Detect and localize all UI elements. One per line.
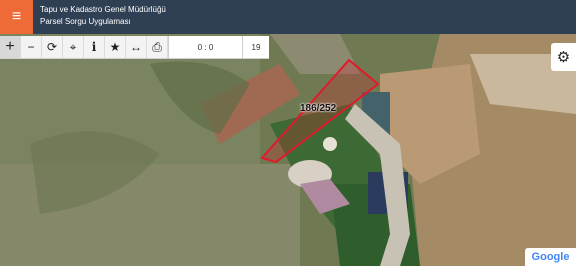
refresh-icon: ⟳: [46, 40, 58, 54]
refresh-button[interactable]: ⟳: [42, 36, 63, 58]
crosshair-icon: ⌖: [69, 39, 77, 54]
map-toolbar: + − ⟳ ⌖ i ★ ↔ ⎙ 0 : 0 19: [0, 36, 269, 59]
zoom-in-button[interactable]: +: [0, 36, 21, 58]
measure-button[interactable]: ↔: [126, 36, 147, 58]
star-icon: ★: [109, 40, 121, 54]
satellite-map[interactable]: [0, 34, 576, 266]
measure-icon: ↔: [130, 40, 142, 54]
parcel-label[interactable]: 186/252: [300, 103, 336, 114]
app-title: Tapu ve Kadastro Genel Müdürlüğü: [40, 5, 166, 14]
google-attribution: Google: [525, 248, 576, 266]
plus-icon: +: [5, 38, 15, 55]
settings-button[interactable]: ⚙: [551, 43, 576, 71]
gear-icon: ⚙: [556, 49, 571, 66]
info-icon: i: [91, 40, 97, 54]
locate-button[interactable]: ⌖: [63, 36, 84, 58]
hamburger-icon: ≡: [11, 8, 22, 25]
favorite-button[interactable]: ★: [105, 36, 126, 58]
minus-icon: −: [27, 40, 35, 54]
app-header: ≡ Tapu ve Kadastro Genel Müdürlüğü Parse…: [0, 0, 576, 34]
app-subtitle: Parsel Sorgu Uygulaması: [40, 17, 131, 26]
menu-button[interactable]: ≡: [0, 0, 33, 34]
print-icon: ⎙: [152, 39, 162, 54]
zoom-level: 19: [243, 36, 269, 58]
zoom-out-button[interactable]: −: [21, 36, 42, 58]
coordinate-readout: 0 : 0: [168, 36, 243, 58]
info-button[interactable]: i: [84, 36, 105, 58]
print-button[interactable]: ⎙: [147, 36, 168, 58]
google-logo: Google: [531, 251, 570, 263]
